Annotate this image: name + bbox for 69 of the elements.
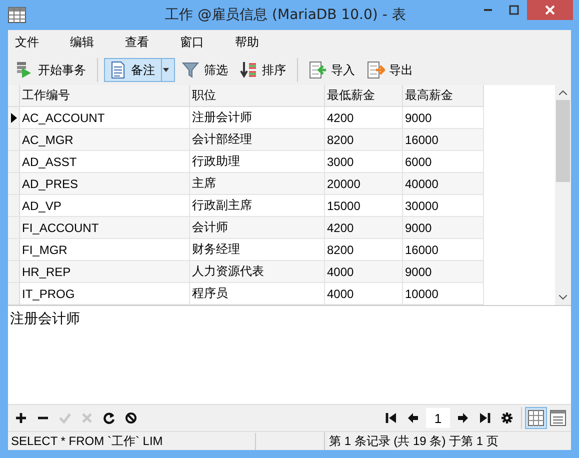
table-cell: AD_PRES [20,173,190,195]
table-cell: 主席 [190,173,325,195]
table-arrow-icon [367,61,385,79]
menu-item[interactable]: 查看 [123,34,175,51]
window-title: 工作 @雇员信息 (MariaDB 10.0) - 表 [164,6,407,24]
table-cell: 4200 [325,217,403,239]
column-header[interactable]: 最低薪金 [325,85,403,107]
table-cell: 4000 [325,261,403,283]
last-icon [479,412,491,424]
sql-status: SELECT * FROM `工作` LIM [11,434,163,448]
column-header[interactable]: 职位 [190,85,325,107]
toolbar-button[interactable]: 导出 [362,58,418,82]
menu-item[interactable]: 编辑 [68,34,120,51]
no-entry-icon [125,412,137,424]
table-arrow-icon [309,61,327,79]
minimize-icon [483,8,493,12]
settings-icon [501,412,513,424]
table-cell: 9000 [403,217,484,239]
record-status: 第 1 条记录 (共 19 条) 于第 1 页 [328,432,498,450]
table-cell: 40000 [403,173,484,195]
menu-item[interactable]: 文件 [13,34,65,51]
view-toggle[interactable] [525,407,547,429]
table-cell: FI_ACCOUNT [20,217,190,239]
caret-icon [163,68,169,72]
toolbar-button[interactable]: 导入 [304,58,360,82]
check-icon [59,412,71,424]
left-arrow-icon [407,412,419,424]
table-cell: 10000 [403,283,484,305]
table-icon [8,7,26,23]
table-cell: 20000 [325,173,403,195]
menu-item[interactable]: 窗口 [178,34,230,51]
cross-icon [81,412,93,424]
scrollbar-thumb[interactable] [556,100,570,182]
row-pointer-icon [10,112,16,122]
column-header[interactable]: 最高薪金 [403,85,484,107]
toolbar-button[interactable]: 备注 [104,58,175,82]
page-field[interactable]: 1 [426,408,450,428]
toolbar-button[interactable]: 筛选 [177,58,233,82]
table-cell: IT_PROG [20,283,190,305]
memo-field[interactable]: 注册会计师 [8,306,571,404]
refresh-icon [103,412,115,424]
document-icon [109,61,127,79]
table-cell: HR_REP [20,261,190,283]
row-header[interactable] [8,107,20,129]
table-cell: 9000 [403,261,484,283]
table-cell: AC_MGR [20,129,190,151]
table-cell: 会计师 [190,217,325,239]
close-icon [545,5,555,15]
form-view-icon [550,410,566,426]
maximize-icon [509,5,519,15]
table-cell: 16000 [403,129,484,151]
table-cell: 程序员 [190,283,325,305]
table-cell: 4000 [325,283,403,305]
close-button[interactable] [527,0,573,20]
toolbar-button[interactable]: 排序 [235,58,291,82]
table-cell: 人力资源代表 [190,261,325,283]
scrollbar[interactable] [555,85,571,305]
toolbar-button[interactable]: 开始事务 [11,58,91,82]
menu-item[interactable]: 帮助 [233,34,285,51]
first-icon [385,412,397,424]
view-toggle[interactable] [547,407,569,429]
plus-icon [15,412,27,424]
filter-icon [182,61,200,79]
grid-view-icon [528,410,544,426]
right-arrow-icon [457,412,469,424]
table-cell: 8200 [325,129,403,151]
column-header[interactable]: 工作编号 [20,85,190,107]
sort-icon [240,61,258,79]
table-cell: 会计部经理 [190,129,325,151]
